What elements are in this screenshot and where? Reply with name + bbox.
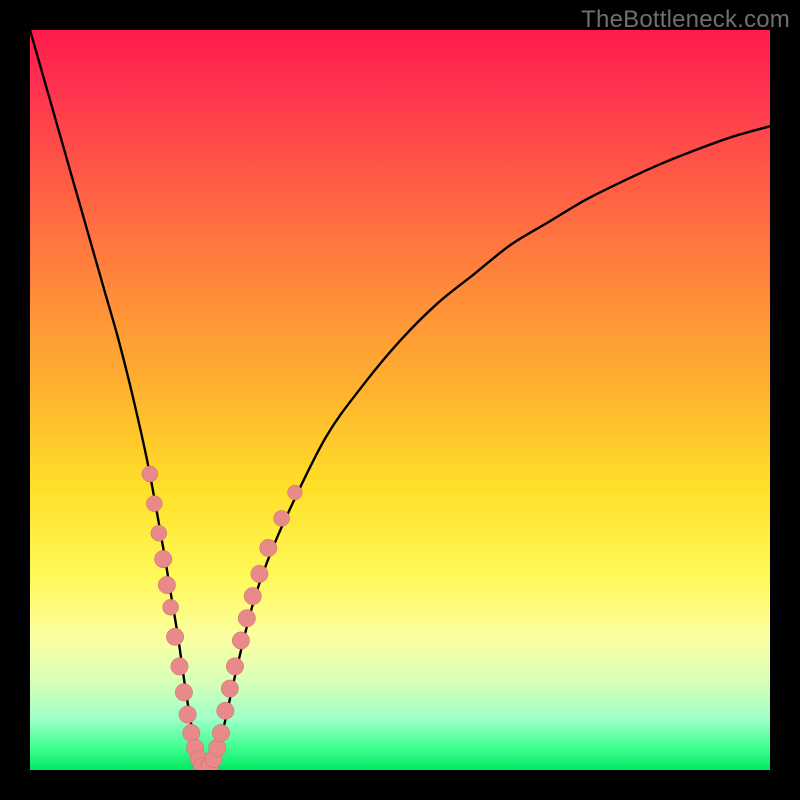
data-marker: [183, 724, 200, 741]
data-marker: [179, 706, 196, 723]
bottleneck-curve-path: [30, 30, 770, 770]
chart-svg: [30, 30, 770, 770]
plot-area: [30, 30, 770, 770]
data-marker: [288, 485, 303, 500]
data-marker: [166, 628, 183, 645]
data-marker: [217, 702, 234, 719]
data-marker: [226, 658, 243, 675]
data-marker: [251, 565, 268, 582]
data-marker: [171, 658, 188, 675]
data-marker: [158, 576, 175, 593]
data-marker: [155, 550, 172, 567]
data-marker: [232, 632, 249, 649]
data-marker: [209, 739, 226, 756]
curve-line: [30, 30, 770, 770]
data-marker: [146, 496, 162, 512]
data-markers: [142, 466, 302, 770]
data-marker: [260, 539, 277, 556]
data-marker: [163, 599, 179, 615]
data-marker: [212, 724, 229, 741]
data-marker: [244, 587, 261, 604]
data-marker: [142, 466, 158, 482]
data-marker: [151, 525, 167, 541]
data-marker: [274, 510, 290, 526]
chart-container: TheBottleneck.com: [0, 0, 800, 800]
data-marker: [238, 610, 255, 627]
data-marker: [175, 684, 192, 701]
data-marker: [221, 680, 238, 697]
